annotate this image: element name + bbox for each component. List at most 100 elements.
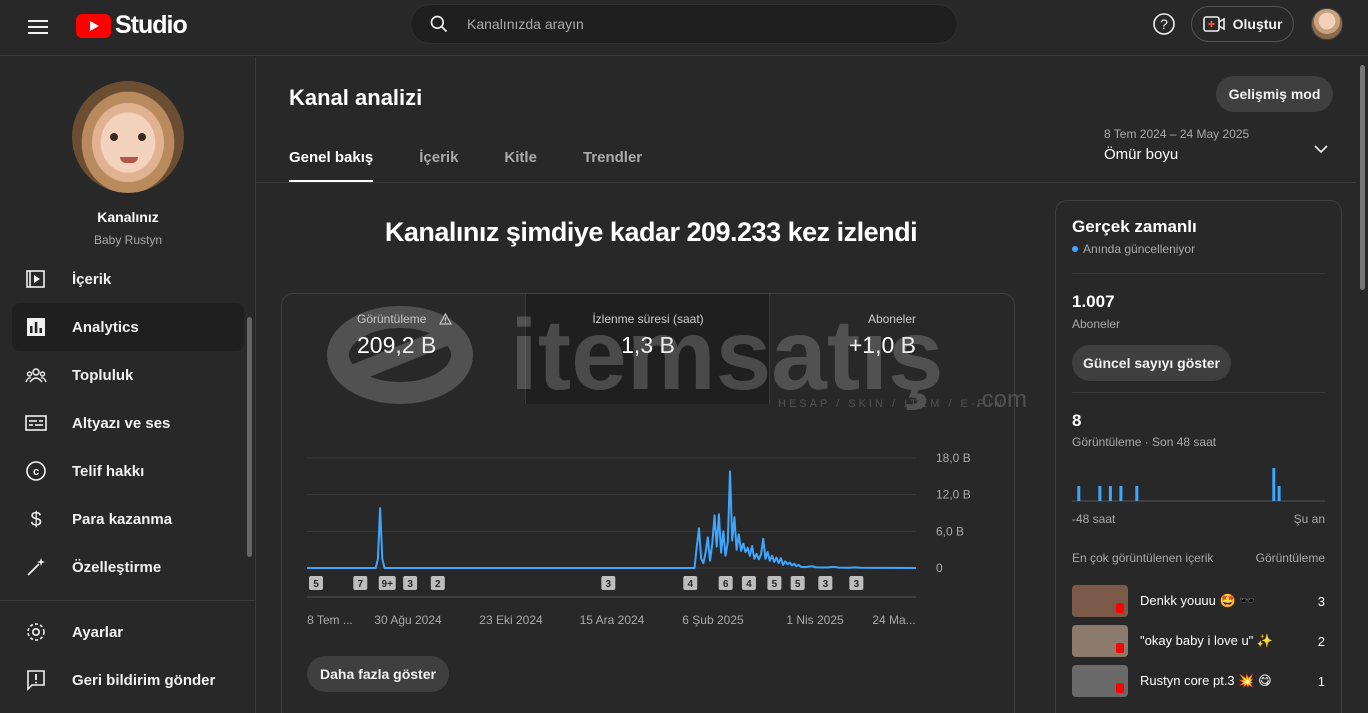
content-icon	[24, 267, 48, 291]
video-thumbnail	[1072, 625, 1128, 657]
metric-value: 209,2 B	[357, 332, 437, 358]
sidebar-item-label: Geri bildirim gönder	[72, 671, 216, 689]
customization-icon	[24, 555, 48, 579]
main-content: Kanal analizi Gelişmiş mod Genel bakış İ…	[256, 57, 1368, 713]
video-thumbnail	[1072, 585, 1128, 617]
tab-trends[interactable]: Trendler	[583, 149, 642, 183]
sidebar-item-community[interactable]: Topluluk	[12, 351, 244, 399]
video-title: "okay baby i love u" ✨	[1140, 633, 1274, 648]
y-tick-label: 0	[936, 561, 943, 575]
shorts-icon	[1116, 683, 1124, 693]
chevron-down-icon	[1314, 145, 1328, 154]
video-title: Denkk youuu 🤩 🕶️	[1140, 593, 1256, 608]
realtime-bar	[1077, 486, 1081, 501]
search-input[interactable]	[467, 16, 927, 32]
realtime-bar	[1098, 486, 1102, 501]
realtime-title: Gerçek zamanlı	[1072, 217, 1197, 236]
top-content-header: En çok görüntülenen içerik	[1072, 551, 1214, 565]
warning-icon[interactable]	[439, 313, 452, 325]
metrics-row: Görüntüleme 209,2 B İzlenme süresi (saat…	[282, 294, 1014, 404]
tab-content[interactable]: İçerik	[419, 149, 458, 183]
create-button[interactable]: Oluştur	[1191, 6, 1294, 42]
x-tick-label: 23 Eki 2024	[479, 613, 543, 627]
main-scrollbar[interactable]	[1360, 65, 1365, 290]
sidebar-item-copyright[interactable]: c Telif hakkı	[12, 447, 244, 495]
x-tick-label: 1 Nis 2025	[786, 613, 844, 627]
tab-audience[interactable]: Kitle	[504, 149, 537, 183]
monetization-icon: $	[24, 507, 48, 531]
feedback-icon	[24, 668, 48, 692]
upload-marker-count: 5	[795, 579, 801, 590]
views-series-line	[307, 470, 917, 569]
realtime-bar	[1272, 468, 1276, 501]
create-button-label: Oluştur	[1232, 16, 1283, 32]
x-tick-label: 15 Ara 2024	[580, 613, 645, 627]
metric-subscribers[interactable]: Aboneler +1,0 B	[770, 294, 1014, 404]
upload-marker-count: 3	[823, 579, 829, 590]
help-icon[interactable]: ?	[1152, 12, 1176, 36]
channel-name: Baby Rustyn	[93, 233, 163, 247]
advanced-mode-button[interactable]: Gelişmiş mod	[1216, 76, 1333, 112]
metric-watch-time[interactable]: İzlenme süresi (saat) 1,3 B	[526, 294, 770, 404]
account-avatar[interactable]	[1311, 8, 1343, 40]
studio-logo[interactable]: Studio	[76, 11, 188, 40]
tab-overview[interactable]: Genel bakış	[289, 149, 374, 183]
metric-views[interactable]: Görüntüleme 209,2 B	[282, 294, 526, 404]
sidebar-item-feedback[interactable]: Geri bildirim gönder	[12, 656, 244, 704]
logo-text: Studio	[115, 11, 188, 39]
views-headline: Kanalınız şimdiye kadar 209.233 kez izle…	[384, 217, 918, 247]
sidebar-item-customization[interactable]: Özelleştirme	[12, 543, 244, 591]
top-content-item[interactable]: Denkk youuu 🤩 🕶️ 3	[1072, 585, 1325, 617]
x-tick-label: 24 Ma...	[872, 613, 915, 627]
realtime-views-value: 8	[1072, 411, 1082, 430]
upload-marker-count: 9+	[382, 579, 394, 590]
upload-marker-count: 4	[746, 579, 752, 590]
upload-marker-count: 7	[358, 579, 364, 590]
upload-marker-count: 4	[687, 579, 693, 590]
youtube-logo-icon	[76, 13, 111, 38]
sidebar-item-analytics[interactable]: Analytics	[12, 303, 244, 351]
upload-marker-count: 3	[606, 579, 612, 590]
date-range-picker[interactable]: 8 Tem 2024 – 24 May 2025 Ömür boyu	[1104, 127, 1329, 171]
y-tick-label: 18,0 B	[936, 451, 971, 465]
top-content-item[interactable]: "okay baby i love u" ✨ 2	[1072, 625, 1325, 657]
show-more-button[interactable]: Daha fazla göster	[307, 656, 449, 692]
date-range-label: Ömür boyu	[1104, 146, 1179, 163]
realtime-bar-chart[interactable]	[1072, 459, 1325, 505]
y-tick-label: 12,0 B	[936, 488, 971, 502]
sidebar-item-label: Altyazı ve ses	[72, 414, 171, 432]
y-tick-label: 6,0 B	[936, 524, 964, 538]
shorts-icon	[1116, 603, 1124, 613]
sidebar-item-label: İçerik	[72, 270, 112, 288]
x-tick-label: 30 Ağu 2024	[374, 613, 442, 627]
upload-marker-count: 3	[407, 579, 413, 590]
views-line-chart[interactable]: 18,0 B 12,0 B 6,0 B 0 5 7 9+ 3 2 3 4 6 4 5 5 3 3 8 Tem ..…	[282, 444, 1015, 634]
sidebar-item-monetization[interactable]: $ Para kazanma	[12, 495, 244, 543]
metric-label: Aboneler	[867, 312, 916, 326]
analytics-icon	[24, 315, 48, 339]
tabs-divider	[256, 182, 1356, 183]
sidebar-item-label: Topluluk	[72, 366, 134, 384]
subtitles-icon	[24, 411, 48, 435]
video-title: Rustyn core pt.3 💥 😋	[1140, 673, 1272, 688]
svg-text:?: ?	[1160, 16, 1168, 32]
sidebar-nav: İçerik Analytics Topluluk Altyazı ve ses…	[12, 255, 244, 591]
upload-marker-count: 5	[313, 579, 319, 590]
metric-label: Görüntüleme	[357, 312, 427, 326]
top-content-item[interactable]: Rustyn core pt.3 💥 😋 1	[1072, 665, 1325, 697]
x-tick-label: 6 Şub 2025	[682, 613, 744, 627]
menu-icon[interactable]	[26, 16, 50, 40]
sidebar-item-content[interactable]: İçerik	[12, 255, 244, 303]
top-content-views-header: Görüntüleme	[1255, 551, 1325, 565]
sidebar-item-settings[interactable]: Ayarlar	[12, 608, 244, 656]
channel-avatar[interactable]	[72, 81, 184, 193]
sidebar-item-label: Telif hakkı	[72, 462, 145, 480]
search-bar[interactable]	[410, 4, 958, 44]
sidebar-divider	[0, 600, 255, 601]
upload-marker-count: 6	[723, 579, 729, 590]
show-live-count-button[interactable]: Güncel sayıyı göster	[1072, 345, 1231, 381]
sidebar-scrollbar[interactable]	[247, 317, 252, 557]
sidebar-item-subtitles[interactable]: Altyazı ve ses	[12, 399, 244, 447]
sidebar-item-label: Özelleştirme	[72, 558, 162, 576]
svg-text:$: $	[30, 509, 41, 530]
